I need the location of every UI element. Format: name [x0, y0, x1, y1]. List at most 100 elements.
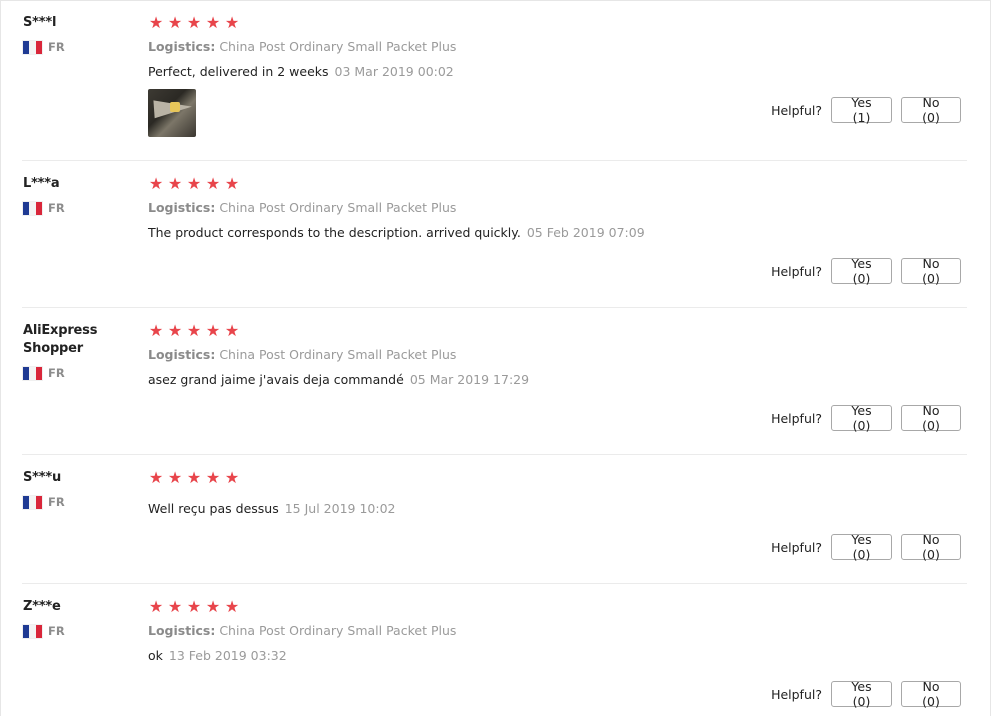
star-icon: ★: [224, 597, 240, 616]
france-flag-icon: [23, 40, 42, 54]
reviewer-info: Z***e FR: [23, 598, 133, 639]
logistics-label: Logistics:: [148, 39, 216, 54]
star-icon: ★: [205, 174, 221, 193]
review-content: ★ ★ ★ ★ ★ Logistics: China Post Ordinary Sma…: [148, 322, 748, 389]
star-icon: ★: [167, 597, 183, 616]
reviewer-info: L***a FR: [23, 175, 133, 216]
star-icon: ★: [167, 174, 183, 193]
reviewer-name: L***a: [23, 176, 60, 191]
logistics-info: Logistics: China Post Ordinary Small Pac…: [148, 38, 748, 56]
star-icon: ★: [224, 13, 240, 32]
review-text-line: ok 13 Feb 2019 03:32: [148, 647, 748, 665]
star-rating: ★ ★ ★ ★ ★: [148, 322, 748, 340]
helpful-label: Helpful?: [771, 410, 822, 426]
review-photo-thumbnail[interactable]: [148, 89, 196, 137]
helpful-yes-button[interactable]: Yes (1): [831, 95, 892, 125]
logistics-label: Logistics:: [148, 200, 216, 215]
review-content: ★ ★ ★ ★ ★ Logistics: China Post Ordinary Sma…: [148, 598, 748, 665]
reviewer-name: S***l: [23, 15, 57, 30]
france-flag-icon: [23, 495, 42, 509]
star-icon: ★: [224, 174, 240, 193]
star-icon: ★: [148, 321, 164, 340]
review-content: ★ ★ ★ ★ ★ Logistics: China Post Ordinary Sma…: [148, 175, 748, 242]
logistics-value: China Post Ordinary Small Packet Plus: [219, 623, 457, 638]
star-icon: ★: [148, 597, 164, 616]
helpful-actions: Helpful? Yes (0) No (0): [771, 403, 961, 433]
logistics-label: Logistics:: [148, 347, 216, 362]
review-item: L***a FR ★ ★ ★ ★ ★ Logistics: China Post Ord…: [0, 161, 991, 308]
logistics-info: Logistics: China Post Ordinary Small Pac…: [148, 199, 748, 217]
review-date: 03 Mar 2019 00:02: [334, 64, 454, 79]
review-item: AliExpress Shopper FR ★ ★ ★ ★ ★ Logistics: C…: [0, 308, 991, 455]
star-icon: ★: [148, 174, 164, 193]
star-rating: ★ ★ ★ ★ ★: [148, 14, 748, 32]
star-icon: ★: [205, 13, 221, 32]
review-text-line: Well reçu pas dessus 15 Jul 2019 10:02: [148, 500, 748, 518]
review-item: S***u FR ★ ★ ★ ★ ★ Well reçu pas dessus 15 Ju…: [0, 455, 991, 584]
review-text: Well reçu pas dessus: [148, 501, 279, 516]
reviewer-name: S***u: [23, 470, 62, 485]
reviewer-info: S***l FR: [23, 14, 133, 55]
star-icon: ★: [167, 321, 183, 340]
helpful-actions: Helpful? Yes (1) No (0): [771, 95, 961, 125]
helpful-yes-button[interactable]: Yes (0): [831, 679, 892, 709]
logistics-value: China Post Ordinary Small Packet Plus: [219, 39, 457, 54]
star-icon: ★: [224, 468, 240, 487]
helpful-no-button[interactable]: No (0): [901, 679, 961, 709]
helpful-label: Helpful?: [771, 686, 822, 702]
review-item: Z***e FR ★ ★ ★ ★ ★ Logistics: China Post Ord…: [0, 584, 991, 717]
helpful-actions: Helpful? Yes (0) No (0): [771, 679, 961, 709]
star-icon: ★: [186, 321, 202, 340]
review-date: 05 Feb 2019 07:09: [526, 225, 645, 240]
logistics-info: Logistics: China Post Ordinary Small Pac…: [148, 346, 748, 364]
reviewer-name: AliExpress Shopper: [23, 323, 98, 356]
review-date: 13 Feb 2019 03:32: [168, 648, 287, 663]
reviewer-info: S***u FR: [23, 469, 133, 510]
star-icon: ★: [224, 321, 240, 340]
country-code: FR: [48, 366, 65, 380]
star-icon: ★: [186, 468, 202, 487]
star-icon: ★: [167, 13, 183, 32]
helpful-no-button[interactable]: No (0): [901, 95, 961, 125]
star-icon: ★: [205, 468, 221, 487]
reviewer-info: AliExpress Shopper FR: [23, 322, 133, 381]
helpful-actions: Helpful? Yes (0) No (0): [771, 256, 961, 286]
star-rating: ★ ★ ★ ★ ★: [148, 469, 748, 487]
reviewer-country: FR: [23, 365, 133, 381]
review-text: The product corresponds to the descripti…: [148, 225, 521, 240]
helpful-no-button[interactable]: No (0): [901, 256, 961, 286]
review-date: 15 Jul 2019 10:02: [284, 501, 396, 516]
star-icon: ★: [167, 468, 183, 487]
helpful-yes-button[interactable]: Yes (0): [831, 256, 892, 286]
star-icon: ★: [148, 13, 164, 32]
helpful-no-button[interactable]: No (0): [901, 532, 961, 562]
reviewer-name: Z***e: [23, 599, 61, 614]
review-text-line: Perfect, delivered in 2 weeks 03 Mar 2019…: [148, 63, 748, 81]
review-content: ★ ★ ★ ★ ★ Well reçu pas dessus 15 Jul 2019 10…: [148, 469, 748, 518]
star-icon: ★: [186, 13, 202, 32]
reviewer-country: FR: [23, 623, 133, 639]
france-flag-icon: [23, 366, 42, 380]
helpful-yes-button[interactable]: Yes (0): [831, 532, 892, 562]
logistics-info: Logistics: China Post Ordinary Small Pac…: [148, 622, 748, 640]
star-icon: ★: [205, 597, 221, 616]
reviewer-country: FR: [23, 200, 133, 216]
helpful-no-button[interactable]: No (0): [901, 403, 961, 433]
review-text-line: asez grand jaime j'avais deja commandé 05…: [148, 371, 748, 389]
review-content: ★ ★ ★ ★ ★ Logistics: China Post Ordinary Sma…: [148, 14, 748, 137]
review-text: Perfect, delivered in 2 weeks: [148, 64, 329, 79]
logistics-label: Logistics:: [148, 623, 216, 638]
helpful-yes-button[interactable]: Yes (0): [831, 403, 892, 433]
review-text: asez grand jaime j'avais deja commandé: [148, 372, 404, 387]
helpful-actions: Helpful? Yes (0) No (0): [771, 532, 961, 562]
star-rating: ★ ★ ★ ★ ★: [148, 598, 748, 616]
helpful-label: Helpful?: [771, 539, 822, 555]
star-icon: ★: [148, 468, 164, 487]
country-code: FR: [48, 201, 65, 215]
star-icon: ★: [205, 321, 221, 340]
star-icon: ★: [186, 174, 202, 193]
france-flag-icon: [23, 624, 42, 638]
france-flag-icon: [23, 201, 42, 215]
country-code: FR: [48, 40, 65, 54]
reviewer-country: FR: [23, 39, 133, 55]
